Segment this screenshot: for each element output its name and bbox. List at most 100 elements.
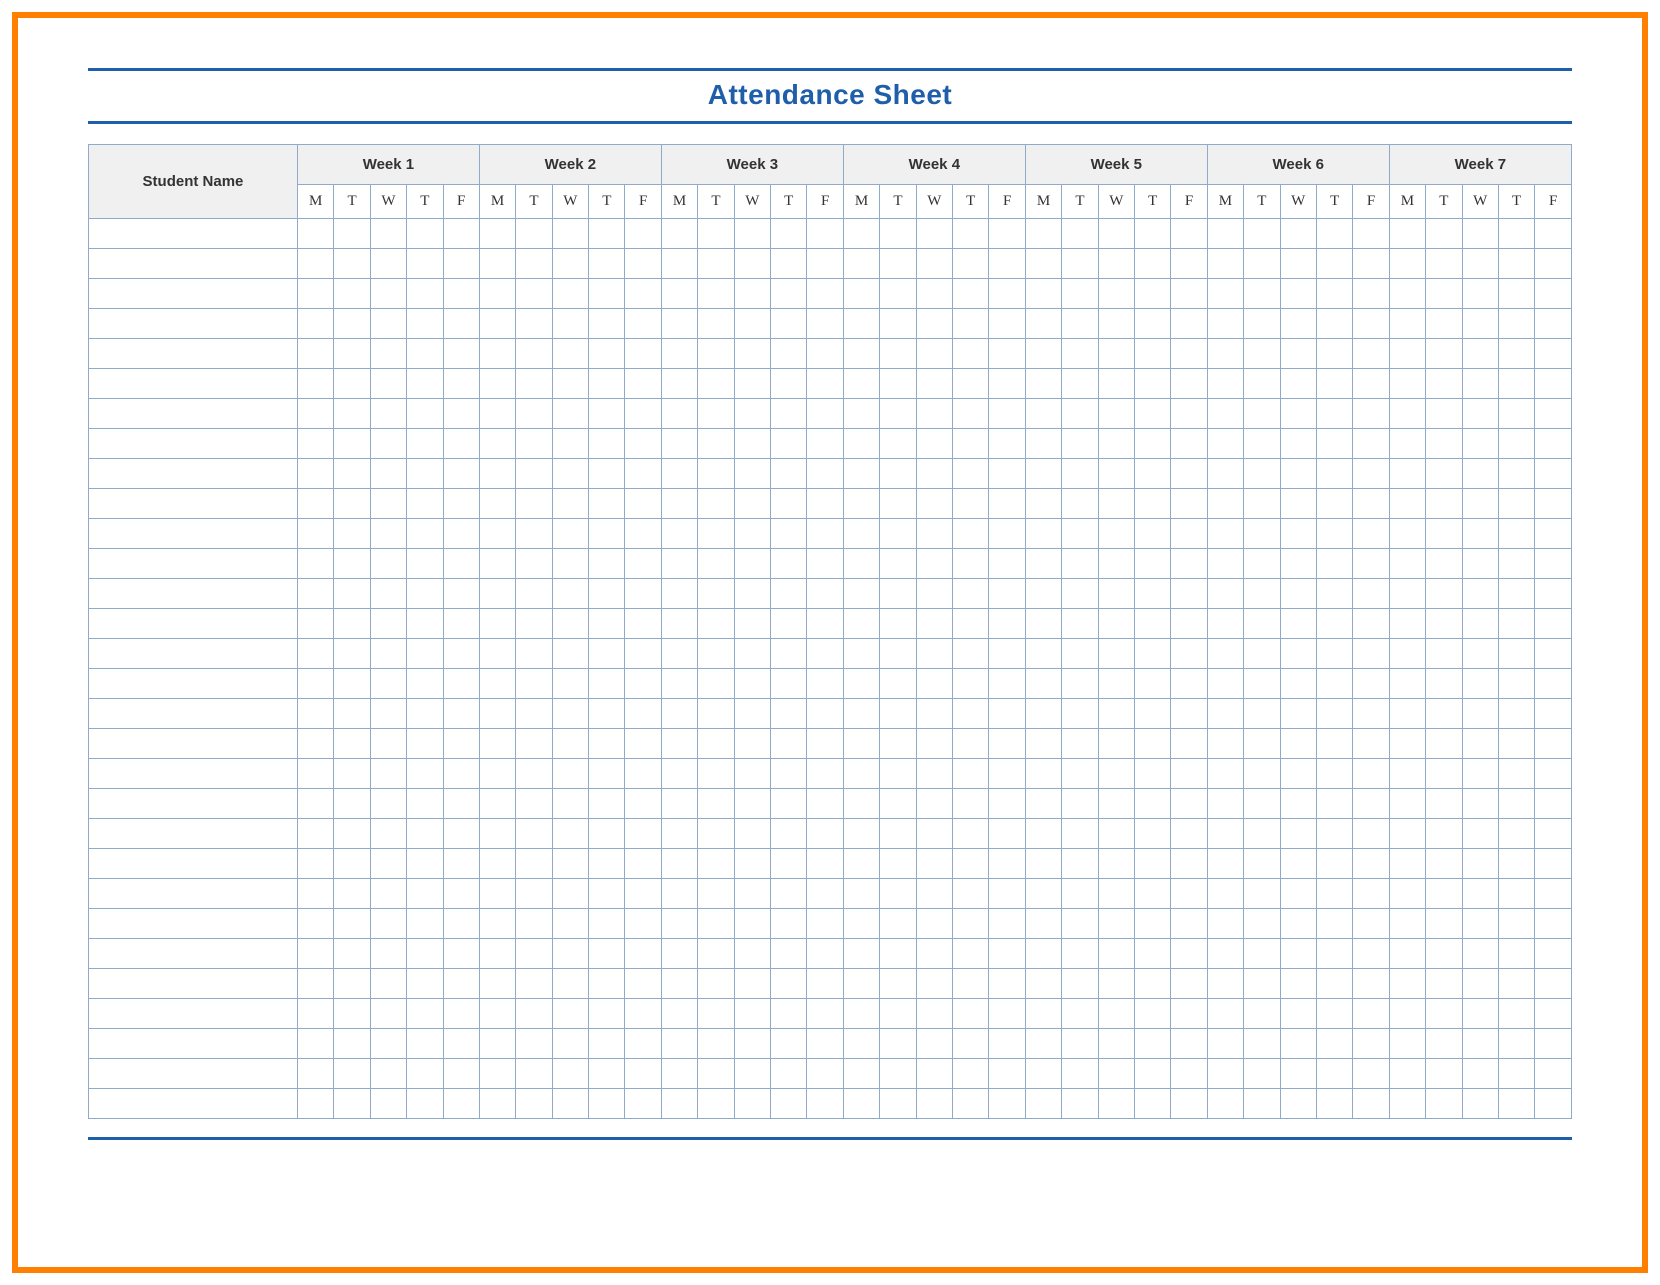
attendance-cell[interactable] [771, 669, 807, 699]
attendance-cell[interactable] [1280, 999, 1316, 1029]
attendance-cell[interactable] [552, 429, 588, 459]
attendance-cell[interactable] [843, 999, 879, 1029]
attendance-cell[interactable] [661, 279, 697, 309]
attendance-cell[interactable] [661, 219, 697, 249]
attendance-cell[interactable] [843, 489, 879, 519]
attendance-cell[interactable] [1062, 489, 1098, 519]
attendance-cell[interactable] [734, 279, 770, 309]
attendance-cell[interactable] [1171, 399, 1207, 429]
attendance-cell[interactable] [297, 639, 333, 669]
attendance-cell[interactable] [1025, 669, 1061, 699]
attendance-cell[interactable] [1280, 1029, 1316, 1059]
attendance-cell[interactable] [1207, 609, 1243, 639]
attendance-cell[interactable] [552, 669, 588, 699]
attendance-cell[interactable] [843, 279, 879, 309]
attendance-cell[interactable] [771, 639, 807, 669]
attendance-cell[interactable] [297, 1089, 333, 1119]
attendance-cell[interactable] [807, 369, 843, 399]
attendance-cell[interactable] [443, 999, 479, 1029]
attendance-cell[interactable] [443, 849, 479, 879]
attendance-cell[interactable] [1280, 819, 1316, 849]
student-name-cell[interactable] [89, 369, 298, 399]
attendance-cell[interactable] [698, 909, 734, 939]
attendance-cell[interactable] [1062, 639, 1098, 669]
attendance-cell[interactable] [1426, 549, 1462, 579]
attendance-cell[interactable] [880, 909, 916, 939]
attendance-cell[interactable] [1207, 669, 1243, 699]
attendance-cell[interactable] [734, 519, 770, 549]
attendance-cell[interactable] [771, 489, 807, 519]
attendance-cell[interactable] [370, 969, 406, 999]
attendance-cell[interactable] [1098, 699, 1134, 729]
attendance-cell[interactable] [589, 1059, 625, 1089]
attendance-cell[interactable] [1389, 249, 1425, 279]
attendance-cell[interactable] [1244, 879, 1280, 909]
attendance-cell[interactable] [1098, 639, 1134, 669]
attendance-cell[interactable] [1353, 909, 1389, 939]
attendance-cell[interactable] [1025, 939, 1061, 969]
attendance-cell[interactable] [1280, 639, 1316, 669]
student-name-cell[interactable] [89, 759, 298, 789]
attendance-cell[interactable] [807, 1059, 843, 1089]
attendance-cell[interactable] [589, 879, 625, 909]
attendance-cell[interactable] [1244, 969, 1280, 999]
attendance-cell[interactable] [880, 579, 916, 609]
attendance-cell[interactable] [953, 999, 989, 1029]
attendance-cell[interactable] [1498, 609, 1534, 639]
attendance-cell[interactable] [1316, 489, 1352, 519]
attendance-cell[interactable] [552, 1029, 588, 1059]
attendance-cell[interactable] [734, 639, 770, 669]
attendance-cell[interactable] [1207, 909, 1243, 939]
attendance-cell[interactable] [1535, 879, 1572, 909]
attendance-cell[interactable] [443, 759, 479, 789]
attendance-cell[interactable] [1426, 279, 1462, 309]
attendance-cell[interactable] [661, 519, 697, 549]
attendance-cell[interactable] [516, 759, 552, 789]
attendance-cell[interactable] [1498, 339, 1534, 369]
student-name-cell[interactable] [89, 489, 298, 519]
attendance-cell[interactable] [516, 729, 552, 759]
attendance-cell[interactable] [1280, 969, 1316, 999]
attendance-cell[interactable] [989, 249, 1025, 279]
attendance-cell[interactable] [1062, 819, 1098, 849]
attendance-cell[interactable] [370, 279, 406, 309]
attendance-cell[interactable] [479, 459, 515, 489]
attendance-cell[interactable] [698, 1029, 734, 1059]
attendance-cell[interactable] [1353, 249, 1389, 279]
attendance-cell[interactable] [1207, 459, 1243, 489]
attendance-cell[interactable] [734, 339, 770, 369]
attendance-cell[interactable] [370, 1059, 406, 1089]
attendance-cell[interactable] [443, 549, 479, 579]
attendance-cell[interactable] [1025, 999, 1061, 1029]
attendance-cell[interactable] [625, 879, 661, 909]
attendance-cell[interactable] [1426, 339, 1462, 369]
attendance-cell[interactable] [370, 729, 406, 759]
attendance-cell[interactable] [297, 939, 333, 969]
attendance-cell[interactable] [552, 519, 588, 549]
attendance-cell[interactable] [807, 429, 843, 459]
attendance-cell[interactable] [734, 609, 770, 639]
attendance-cell[interactable] [1535, 249, 1572, 279]
attendance-cell[interactable] [1134, 549, 1170, 579]
attendance-cell[interactable] [1498, 1029, 1534, 1059]
attendance-cell[interactable] [443, 1089, 479, 1119]
attendance-cell[interactable] [1207, 519, 1243, 549]
attendance-cell[interactable] [297, 999, 333, 1029]
attendance-cell[interactable] [1316, 879, 1352, 909]
attendance-cell[interactable] [807, 399, 843, 429]
attendance-cell[interactable] [407, 609, 443, 639]
attendance-cell[interactable] [589, 909, 625, 939]
attendance-cell[interactable] [1098, 609, 1134, 639]
attendance-cell[interactable] [1171, 999, 1207, 1029]
attendance-cell[interactable] [1171, 759, 1207, 789]
attendance-cell[interactable] [1498, 819, 1534, 849]
attendance-cell[interactable] [1134, 459, 1170, 489]
attendance-cell[interactable] [916, 759, 952, 789]
attendance-cell[interactable] [334, 579, 370, 609]
attendance-cell[interactable] [1062, 549, 1098, 579]
attendance-cell[interactable] [1244, 699, 1280, 729]
attendance-cell[interactable] [479, 279, 515, 309]
attendance-cell[interactable] [1353, 519, 1389, 549]
attendance-cell[interactable] [1426, 969, 1462, 999]
attendance-cell[interactable] [552, 249, 588, 279]
